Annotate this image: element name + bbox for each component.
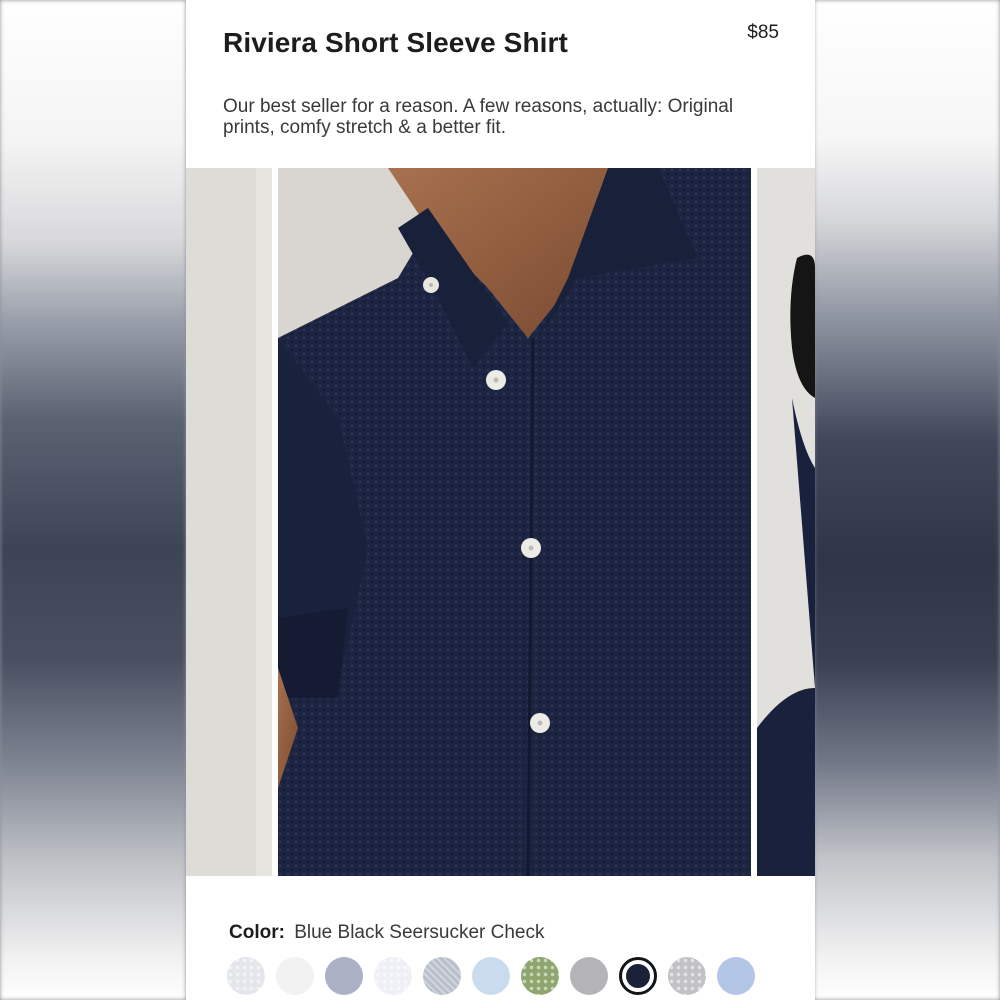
selected-color-name: Blue Black Seersucker Check bbox=[294, 922, 545, 943]
color-label: Color: bbox=[229, 922, 285, 943]
color-swatch[interactable] bbox=[423, 957, 461, 995]
color-swatch[interactable] bbox=[717, 957, 755, 995]
color-swatch[interactable] bbox=[668, 957, 706, 995]
color-swatch[interactable] bbox=[276, 957, 314, 995]
image-carousel[interactable] bbox=[186, 168, 815, 876]
color-swatch[interactable] bbox=[619, 957, 657, 995]
carousel-slide-previous[interactable] bbox=[186, 168, 272, 876]
product-price: $85 bbox=[747, 22, 779, 43]
carousel-slide-next[interactable] bbox=[757, 168, 815, 876]
blurred-backdrop-right bbox=[814, 0, 1000, 1000]
color-swatch[interactable] bbox=[472, 957, 510, 995]
navy-seersucker-shirt-photo-icon bbox=[278, 168, 751, 876]
product-title: Riviera Short Sleeve Shirt bbox=[223, 27, 568, 58]
product-card: Riviera Short Sleeve Shirt $85 Our best … bbox=[186, 0, 815, 1000]
model-photo-partial-icon bbox=[757, 168, 815, 876]
product-description: Our best seller for a reason. A few reas… bbox=[223, 96, 734, 138]
color-swatch[interactable] bbox=[570, 957, 608, 995]
blurred-backdrop-left bbox=[0, 0, 186, 1000]
carousel-slide-main[interactable] bbox=[278, 168, 751, 876]
color-selector-label-row: Color: Blue Black Seersucker Check bbox=[229, 922, 545, 944]
color-swatch[interactable] bbox=[521, 957, 559, 995]
color-swatch[interactable] bbox=[325, 957, 363, 995]
color-swatch[interactable] bbox=[374, 957, 412, 995]
model-photo-partial-icon bbox=[186, 168, 272, 876]
color-swatch[interactable] bbox=[227, 957, 265, 995]
